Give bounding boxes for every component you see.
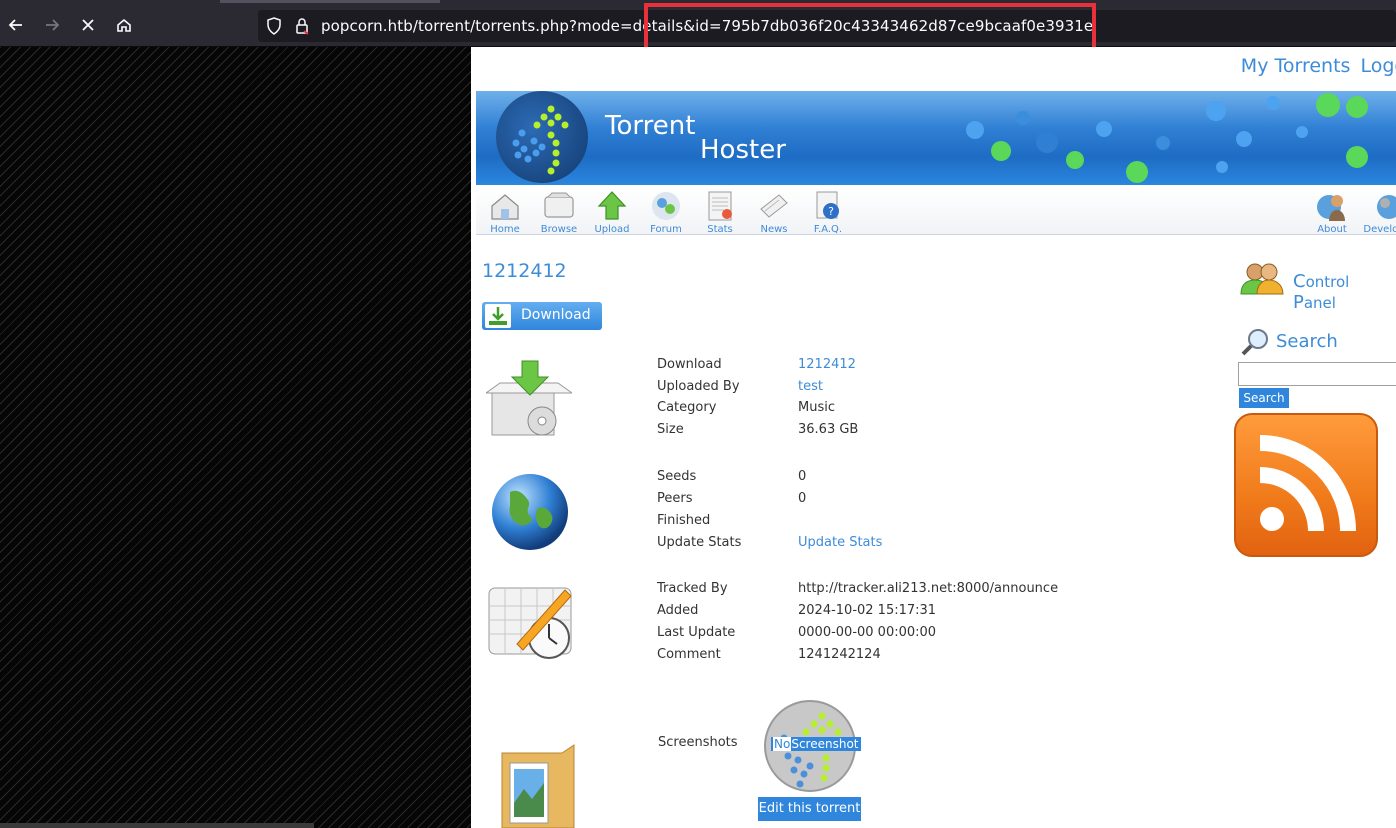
control-panel-C: C [1293,271,1306,292]
menu-home[interactable]: Home [478,187,532,235]
main-menu-bar: Home Browse Upload Forum Stats News ? F.… [476,187,1396,235]
news-icon [760,194,788,218]
no-screenshot-no: No [773,737,792,751]
dark-side-panel [0,47,471,828]
back-arrow-icon[interactable] [2,11,30,39]
peers-value: 0 [798,491,807,506]
about-icon [1317,195,1345,221]
menu-about-label: About [1317,224,1347,235]
shield-icon[interactable] [266,17,282,35]
menu-forum[interactable]: Forum [639,187,693,235]
last-update-label: Last Update [657,625,736,640]
menu-stats[interactable]: Stats [693,187,747,235]
comment-value: 1241242124 [798,647,881,662]
menu-browse-label: Browse [540,224,578,235]
site-banner: Torrent Hoster [476,91,1396,185]
logout-link[interactable]: Logo [1360,55,1396,77]
rss-waves-icon [1259,435,1356,532]
update-stats-link[interactable]: Update Stats [798,535,882,550]
download-button[interactable]: Download [482,302,602,330]
tracked-by-label: Tracked By [657,581,728,596]
search-button[interactable]: Search [1239,388,1289,408]
menu-home-label: Home [490,224,520,235]
package-download-icon [486,360,572,436]
web-page: My Torrents Logo Torrent Hoster [471,47,1396,828]
uploaded-by-label: Uploaded By [657,379,740,394]
download-button-label: Download [521,307,591,323]
forum-icon [652,192,680,220]
menu-faq[interactable]: ? F.A.Q. [801,187,855,235]
developer-icon [1377,195,1396,219]
control-panel-users-icon [1240,263,1284,295]
added-value: 2024-10-02 15:17:31 [798,603,937,618]
home-icon[interactable] [110,11,138,39]
search-input[interactable] [1238,362,1396,386]
menu-upload-label: Upload [594,224,630,235]
no-screenshot-text: Screenshot [791,737,859,751]
menu-news-label: News [760,224,788,235]
horizontal-scrollbar[interactable] [0,823,314,828]
control-panel-P: P [1293,292,1304,313]
tracked-by-value: http://tracker.ali213.net:8000/announce [798,581,1059,596]
uploader-link[interactable]: test [798,379,823,394]
comment-label: Comment [657,647,721,662]
lock-icon[interactable] [294,17,310,35]
no-screenshot-label: NoScreenshot [771,737,861,751]
download-link[interactable]: 1212412 [798,357,856,372]
last-update-value: 0000-00-00 00:00:00 [798,625,937,640]
tab-strip [220,0,440,3]
logo-arrow-icon [512,105,569,175]
magnifier-icon [1241,329,1268,356]
size-label: Size [657,422,684,437]
browser-toolbar: popcorn.htb/torrent/torrents.php?mode=de… [0,0,1396,55]
rss-feed-icon[interactable] [1234,413,1378,557]
menu-news[interactable]: News [747,187,801,235]
control-panel-anel: anel [1303,294,1336,312]
banner-title-hoster: Hoster [700,135,786,165]
menu-developer[interactable]: Develop [1357,187,1396,235]
top-links: My Torrents Logo [1231,55,1396,77]
control-panel-link[interactable]: Control Panel [1293,271,1396,313]
menu-developer-label: Develop [1363,224,1396,235]
size-value: 36.63 GB [798,422,859,437]
control-panel-ontrol: ontrol [1305,273,1350,291]
download-label: Download [657,357,722,372]
menu-faq-label: F.A.Q. [813,224,843,235]
site-logo[interactable] [496,91,588,183]
home-icon [491,194,519,220]
stop-icon[interactable] [74,11,102,39]
category-label: Category [657,400,717,415]
seeds-value: 0 [798,469,807,484]
torrent-title: 1212412 [482,260,567,282]
upload-icon [597,191,627,220]
peers-label: Peers [657,491,693,506]
menu-forum-label: Forum [650,224,682,235]
banner-title-torrent: Torrent [605,111,696,141]
menu-stats-label: Stats [707,224,733,235]
search-title: Search [1276,331,1338,352]
stats-icon [708,191,732,221]
category-value: Music [798,400,835,415]
browse-icon [544,192,574,218]
seeds-label: Seeds [657,469,697,484]
edit-torrent-button[interactable]: Edit this torrent [758,797,861,821]
forward-arrow-icon[interactable] [38,11,66,39]
download-icon [485,304,511,328]
svg-text:?: ? [828,205,834,218]
globe-icon [492,474,568,550]
update-stats-label: Update Stats [657,535,742,550]
my-torrents-link[interactable]: My Torrents [1241,55,1351,77]
menu-upload[interactable]: Upload [585,187,639,235]
menu-browse[interactable]: Browse [532,187,586,235]
menu-about[interactable]: About [1305,187,1359,235]
screenshots-label: Screenshots [658,735,738,750]
calendar-clock-icon [488,587,572,659]
added-label: Added [657,603,699,618]
finished-label: Finished [657,513,711,528]
folder-images-icon [501,744,575,828]
faq-icon: ? [816,191,839,219]
